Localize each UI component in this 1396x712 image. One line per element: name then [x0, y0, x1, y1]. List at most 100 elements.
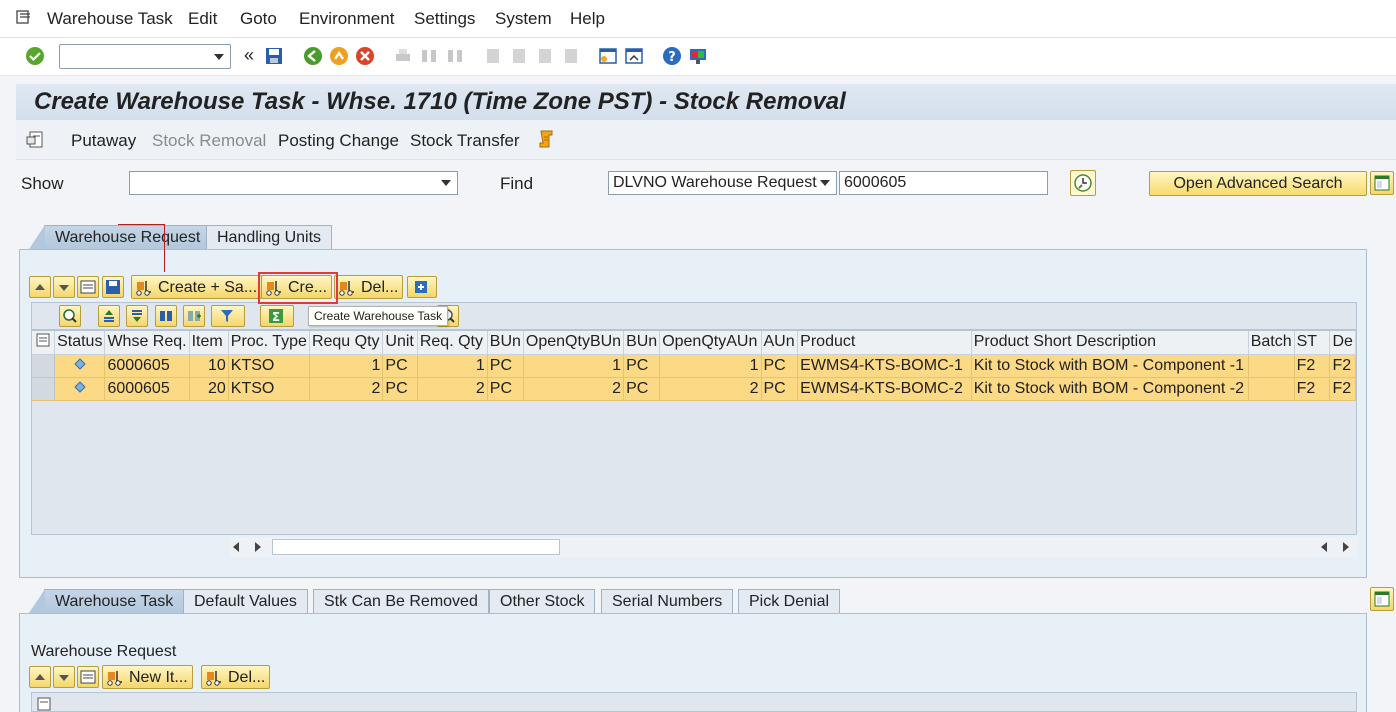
table-cell[interactable]: PC — [382, 377, 418, 401]
column-header[interactable]: OpenQtyAUn — [659, 331, 762, 355]
tab-serial-numbers[interactable]: Serial Numbers — [601, 589, 734, 613]
new-item-button[interactable]: New It... — [102, 665, 193, 689]
posting-change-button[interactable]: Posting Change — [278, 131, 399, 151]
details-view-icon[interactable] — [59, 305, 81, 327]
table-cell[interactable]: 1 — [659, 354, 762, 378]
scroll-right-icon[interactable] — [1343, 542, 1349, 552]
table-cell[interactable]: PC — [623, 354, 661, 378]
find-next-icon[interactable] — [183, 305, 205, 327]
scroll-icon[interactable] — [535, 128, 557, 150]
table-row[interactable]: 6000605 10 KTSO 1 PC 1 PC 1 PC 1 PC EWMS… — [32, 354, 1356, 378]
side-panel-icon[interactable] — [1370, 587, 1394, 611]
menu-goto[interactable]: Goto — [240, 9, 277, 29]
collapse-icon[interactable]: « — [238, 44, 260, 66]
more-actions-button[interactable] — [407, 276, 437, 298]
menu-icon[interactable] — [16, 10, 32, 24]
enter-icon[interactable] — [24, 45, 46, 67]
table-cell[interactable]: 20 — [189, 377, 229, 401]
table-cell[interactable]: 6000605 — [104, 354, 190, 378]
table-cell[interactable]: KTSO — [228, 354, 310, 378]
table-cell[interactable]: F2 — [1329, 354, 1356, 378]
sort-descending-icon[interactable] — [126, 305, 148, 327]
tab-handling-units[interactable]: Handling Units — [206, 225, 333, 249]
column-header[interactable]: OpenQtyBUn — [523, 331, 625, 355]
column-header[interactable]: AUn — [761, 331, 799, 355]
scroll-down-button[interactable] — [53, 276, 75, 298]
scroll-up-button[interactable] — [29, 666, 51, 688]
execute-search-button[interactable] — [1070, 170, 1096, 196]
table-cell[interactable]: 10 — [189, 354, 229, 378]
column-header[interactable]: Batch — [1248, 331, 1295, 355]
column-header[interactable]: Item — [189, 331, 229, 355]
table-cell[interactable]: Kit to Stock with BOM - Component -1 — [971, 354, 1249, 378]
stock-removal-button[interactable]: Stock Removal — [152, 131, 266, 151]
find-type-select[interactable]: DLVNO Warehouse Request — [608, 171, 837, 195]
delete-button[interactable]: Del... — [334, 275, 404, 299]
scrollbar-thumb[interactable] — [272, 539, 560, 555]
table-cell[interactable]: EWMS4-KTS-BOMC-1 — [797, 354, 972, 378]
table-cell[interactable]: PC — [761, 354, 799, 378]
back-icon[interactable] — [302, 45, 324, 67]
table-cell[interactable] — [1248, 354, 1295, 378]
open-advanced-search-button[interactable]: Open Advanced Search — [1149, 171, 1367, 196]
column-header[interactable]: Requ Qty — [309, 331, 384, 355]
save-icon[interactable] — [263, 45, 285, 67]
table-cell[interactable]: EWMS4-KTS-BOMC-2 — [797, 377, 972, 401]
command-field[interactable] — [59, 44, 231, 69]
chevron-down-icon[interactable] — [214, 54, 224, 60]
table-cell[interactable]: 2 — [417, 377, 488, 401]
horizontal-scrollbar[interactable] — [230, 537, 1357, 557]
table-cell[interactable]: PC — [761, 377, 799, 401]
find-icon[interactable] — [155, 305, 177, 327]
table-cell[interactable]: PC — [623, 377, 661, 401]
help-icon[interactable]: ? — [661, 45, 683, 67]
tab-pick-denial[interactable]: Pick Denial — [738, 589, 841, 613]
scroll-right-icon[interactable] — [255, 542, 261, 552]
menu-environment[interactable]: Environment — [299, 9, 394, 29]
stock-transfer-button[interactable]: Stock Transfer — [410, 131, 520, 151]
chevron-down-icon[interactable] — [820, 180, 830, 186]
details-button[interactable] — [77, 666, 99, 688]
column-header[interactable]: Status — [54, 331, 106, 355]
show-select[interactable] — [129, 171, 458, 195]
column-header[interactable]: Req. Qty — [417, 331, 488, 355]
filter-icon[interactable] — [211, 305, 245, 327]
scroll-left-icon[interactable] — [1321, 542, 1327, 552]
exit-icon[interactable] — [328, 45, 350, 67]
scroll-up-button[interactable] — [29, 276, 51, 298]
tab-warehouse-task[interactable]: Warehouse Task — [28, 589, 185, 613]
row-selector[interactable] — [32, 354, 56, 378]
table-cell[interactable] — [1248, 377, 1295, 401]
table-cell[interactable]: Kit to Stock with BOM - Component -2 — [971, 377, 1249, 401]
row-selector[interactable] — [32, 377, 56, 401]
column-header[interactable]: De — [1329, 331, 1356, 355]
table-cell[interactable]: 2 — [659, 377, 762, 401]
column-header[interactable]: Product Short Description — [971, 331, 1249, 355]
column-header[interactable]: Unit — [382, 331, 418, 355]
column-header[interactable]: BUn — [487, 331, 524, 355]
tab-warehouse-request[interactable]: Warehouse Request — [28, 225, 212, 249]
delete-button[interactable]: Del... — [201, 665, 271, 689]
table-cell[interactable]: 1 — [523, 354, 625, 378]
select-all-icon[interactable] — [32, 331, 56, 355]
chevron-down-icon[interactable] — [441, 180, 451, 186]
table-cell[interactable]: KTSO — [228, 377, 310, 401]
tab-other-stock[interactable]: Other Stock — [489, 589, 596, 613]
table-cell[interactable]: 2 — [523, 377, 625, 401]
table-cell[interactable]: F2 — [1294, 354, 1331, 378]
customize-layout-icon[interactable] — [687, 45, 709, 67]
sort-ascending-icon[interactable] — [98, 305, 120, 327]
create-and-save-button[interactable]: Create + Sa... — [131, 275, 263, 299]
column-header[interactable]: ST — [1294, 331, 1331, 355]
scroll-down-button[interactable] — [53, 666, 75, 688]
shortcut-icon[interactable] — [623, 45, 645, 67]
new-session-icon[interactable] — [597, 45, 619, 67]
table-row[interactable]: 6000605 20 KTSO 2 PC 2 PC 2 PC 2 PC EWMS… — [32, 377, 1356, 401]
menu-system[interactable]: System — [495, 9, 552, 29]
tab-stk-can-be-removed[interactable]: Stk Can Be Removed — [313, 589, 489, 613]
table-cell[interactable]: 2 — [309, 377, 384, 401]
table-cell[interactable]: PC — [487, 354, 524, 378]
table-cell[interactable]: PC — [382, 354, 418, 378]
column-header[interactable]: Product — [797, 331, 972, 355]
cancel-icon[interactable] — [354, 45, 376, 67]
